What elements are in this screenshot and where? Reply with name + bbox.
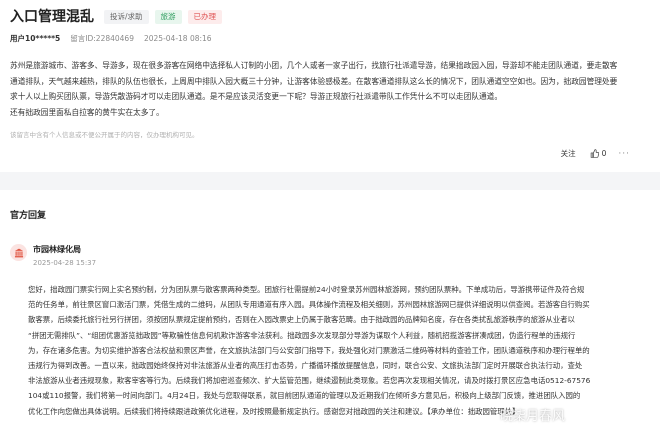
message-id: 留言ID:22840469 xyxy=(70,34,134,43)
org-name[interactable]: 市园林绿化局 xyxy=(33,244,96,255)
privacy-notice: 该留言中含有个人信息或不便公开属于的内容，仅办理机构可见。 xyxy=(10,131,199,139)
reply-line: 非法旅游从业者违规现象，欺客宰客等行为。后续我们将加密巡查频次、扩大监管范围，继… xyxy=(28,376,591,386)
content-line: 还有拙政园里面私自拉客的黄牛实在太多了。 xyxy=(10,107,164,117)
status-badge: 已办理 xyxy=(187,10,223,24)
content-line: 通道排队，天气越来越热，排队的队伍也很长，上周周中排队入园大概三十分钟，让游客体… xyxy=(10,76,618,86)
post-date: 2025-04-18 08:16 xyxy=(143,34,212,43)
content-line: 苏州是旅游城市、游客多、导游多，现在很多游客在网络中选择私人订制的小团，几个人或… xyxy=(10,61,618,70)
page-title: 入口管理混乱 xyxy=(10,9,94,25)
reply-line: 您好，拙政园门票实行网上实名预约制，分为团队票与散客票两种类型。团旅行社需提前2… xyxy=(28,285,585,294)
reply-line: 散客票，后续委托旅行社另行拼团，须按团队票规定提前预约，否则在入园改票史上仍属于… xyxy=(28,315,575,325)
post-actions: 关注 0 ··· xyxy=(561,148,630,159)
government-building-icon xyxy=(10,244,27,261)
reply-line: “拼团无需排队”、“组团优惠游览拙政园”等欺骗性信息何机欺诈游客非法获利。拙政园… xyxy=(28,330,576,340)
content-line: 求十人以上购买团队票，导游凭散游码才可以走团队通道。是不是应该灵活变更一下呢？导… xyxy=(10,92,503,101)
official-reply-heading: 官方回复 xyxy=(10,211,47,221)
username: 用户10*****5 xyxy=(10,34,61,43)
reply-line: 违规行为得到改善。一直以来，拙政园始终保持对非法旅游从业者的高压打击态势，广播循… xyxy=(28,361,583,371)
section-divider xyxy=(0,172,660,190)
category-tag[interactable]: 投诉/求助 xyxy=(104,10,149,24)
reply-time: 2025-04-28 15:37 xyxy=(33,259,97,267)
topic-tag[interactable]: 旅游 xyxy=(154,10,182,24)
follow-button[interactable]: 关注 xyxy=(561,148,576,159)
more-options-button[interactable]: ··· xyxy=(618,149,630,159)
reply-line: 104或110报警，我们将第一时间向部门。4月24日，我处与您取得联系，就目前团… xyxy=(28,391,581,401)
like-count: 0 xyxy=(601,149,607,158)
post-meta: 用户10*****5 留言ID:22840469 2025-04-18 08:1… xyxy=(10,33,222,44)
post-content: 苏州是旅游城市、游客多、导游多，现在很多游客在网络中选择私人订制的小团，几个人或… xyxy=(10,58,655,120)
thumbs-up-icon xyxy=(590,149,599,158)
post-header: 入口管理混乱 投诉/求助 旅游 已办理 xyxy=(10,8,223,26)
reply-org: 市园林绿化局 2025-04-28 15:37 xyxy=(10,244,96,269)
watermark: 晓柒月春风 xyxy=(500,409,566,424)
reply-line: 范的任务单，前往景区窗口激活门票，凭借生成的二维码，从团队专用通道有序入园。具体… xyxy=(28,300,590,310)
like-button[interactable]: 0 xyxy=(590,149,607,158)
reply-line: 为，存在诸多危害。为切实维护游客合法权益和景区声誉，在文旅执法部门与公安部门指导… xyxy=(28,345,590,355)
reply-content: 您好，拙政园门票实行网上实名预约制，分为团队票与散客票两种类型。团旅行社需提前2… xyxy=(28,282,655,419)
